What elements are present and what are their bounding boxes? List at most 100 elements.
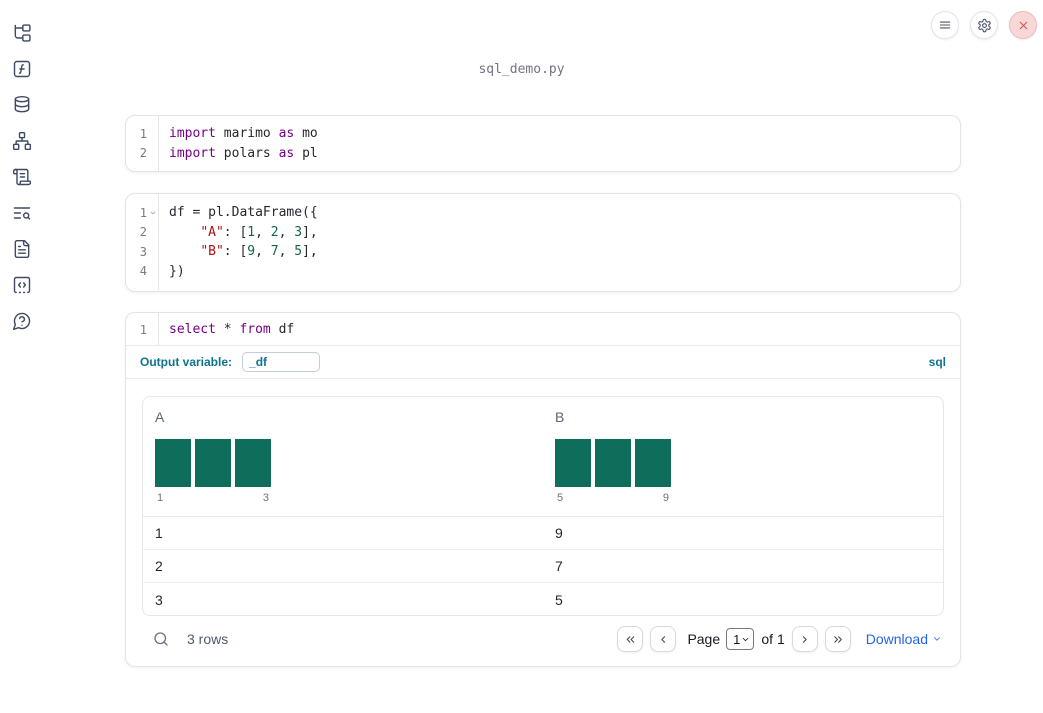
line-number: 3 <box>139 244 147 259</box>
code-line[interactable]: 3 "B": [9, 7, 5], <box>126 242 960 262</box>
code-token: select <box>169 322 216 338</box>
code-line[interactable]: 2 import polars as pl <box>126 144 960 164</box>
chevron-down-icon <box>932 634 942 644</box>
code-token: df <box>270 322 295 338</box>
search-button[interactable] <box>152 629 172 649</box>
code-token: 9 <box>247 244 256 260</box>
line-number: 1 <box>139 126 147 141</box>
chevrons-right-icon <box>831 633 844 646</box>
histogram-bar <box>195 439 231 487</box>
left-panel-sidebar <box>0 0 44 713</box>
download-label: Download <box>865 631 928 647</box>
code-token: marimo <box>215 126 279 142</box>
code-line[interactable]: 1 df = pl.DataFrame({ <box>126 203 960 223</box>
table-cell: 9 <box>555 525 563 541</box>
line-number: 2 <box>139 146 147 161</box>
table-footer: 3 rows Page 1 of 1 Download <box>142 616 944 662</box>
sql-code-editor[interactable]: 1 select * from df <box>126 313 960 346</box>
database-icon[interactable] <box>12 95 32 115</box>
code-token: 3 <box>294 224 303 240</box>
code-token: : [ <box>223 224 248 240</box>
code-token: 7 <box>270 244 279 260</box>
table-row[interactable]: 19 <box>143 517 943 550</box>
column-header-b[interactable]: B 5 9 <box>543 397 943 516</box>
table-row[interactable]: 35 <box>143 583 943 615</box>
page-label: Page <box>687 631 721 647</box>
code-token: 2 <box>270 224 279 240</box>
chevron-left-icon <box>657 633 670 646</box>
page-select-value: 1 <box>733 631 741 647</box>
code-cell-dataframe[interactable]: 1 df = pl.DataFrame({2 "A": [1, 2, 3], 3 "… <box>125 193 961 292</box>
code-token: as <box>278 145 295 161</box>
code-token: ], <box>302 244 318 260</box>
code-cell-imports[interactable]: 1 import marimo as mo 2 import polars as pl <box>125 115 961 172</box>
code-token: "A" <box>200 224 224 240</box>
code-token: 5 <box>294 244 303 260</box>
text-search-icon[interactable] <box>12 203 32 223</box>
search-icon <box>152 630 172 648</box>
download-button[interactable]: Download <box>866 631 942 647</box>
network-icon[interactable] <box>12 131 32 151</box>
table-row[interactable]: 27 <box>143 550 943 583</box>
code-token: "B" <box>200 244 224 260</box>
line-number: 1 <box>139 205 147 220</box>
close-icon <box>1017 19 1030 32</box>
tick-max: 3 <box>262 492 269 504</box>
code-text: }) <box>159 264 185 279</box>
code-token: import <box>169 145 216 161</box>
page-select[interactable]: 1 <box>726 628 755 650</box>
last-page-button[interactable] <box>824 626 851 652</box>
shutdown-button[interactable] <box>1009 11 1037 39</box>
table-body: 192735 <box>143 517 943 615</box>
fold-chevron-icon[interactable] <box>147 209 159 217</box>
notebook-filename[interactable]: sql_demo.py <box>0 62 1043 77</box>
code-editor[interactable]: 1 df = pl.DataFrame({2 "A": [1, 2, 3], 3 "… <box>126 194 960 290</box>
settings-button[interactable] <box>970 11 998 39</box>
scroll-text-icon[interactable] <box>12 167 32 187</box>
code-line[interactable]: 2 "A": [1, 2, 3], <box>126 223 960 243</box>
sql-cell[interactable]: 1 select * from df Output variable: sql A… <box>125 312 961 667</box>
code-square-icon[interactable] <box>12 275 32 295</box>
cell-output: A 1 3 B 5 9 192735 3 rows Page 1 of 1 Do… <box>126 381 960 666</box>
language-badge: sql <box>928 355 946 369</box>
code-editor[interactable]: 1 import marimo as mo 2 import polars as pl <box>126 116 960 171</box>
first-page-button[interactable] <box>617 626 644 652</box>
table-cell: 5 <box>555 591 563 608</box>
help-circle-icon[interactable] <box>12 311 32 331</box>
output-variable-input[interactable] <box>242 352 321 372</box>
dataframe-table: A 1 3 B 5 9 192735 <box>142 396 944 616</box>
code-text: import marimo as mo <box>159 126 318 141</box>
histogram-bar <box>595 439 631 487</box>
code-line[interactable]: 1 select * from df <box>126 320 960 340</box>
table-header-row: A 1 3 B 5 9 <box>143 397 943 517</box>
tick-max: 9 <box>662 492 669 504</box>
code-token: , <box>278 244 295 260</box>
code-text: df = pl.DataFrame({ <box>159 205 318 220</box>
sql-cell-footer: Output variable: sql <box>126 346 960 379</box>
code-text: "A": [1, 2, 3], <box>159 224 318 240</box>
code-line[interactable]: 1 import marimo as mo <box>126 124 960 144</box>
column-header-a[interactable]: A 1 3 <box>143 397 543 516</box>
code-token: ], <box>302 224 318 240</box>
column-label: A <box>155 409 165 425</box>
notebook-actions-toolbar <box>931 11 1037 39</box>
code-text: select * from df <box>159 322 294 337</box>
next-page-button[interactable] <box>791 626 818 652</box>
code-text: import polars as pl <box>159 146 318 161</box>
file-text-icon[interactable] <box>12 239 32 259</box>
code-text: "B": [9, 7, 5], <box>159 244 318 260</box>
code-token: polars <box>215 145 279 161</box>
line-number: 4 <box>139 264 147 279</box>
menu-button[interactable] <box>931 11 959 39</box>
line-number: 1 <box>139 322 147 337</box>
column-label: B <box>555 409 565 425</box>
table-cell: 1 <box>155 525 163 541</box>
table-cell: 3 <box>155 591 163 608</box>
tick-min: 1 <box>157 492 164 504</box>
tick-min: 5 <box>557 492 564 504</box>
code-line[interactable]: 4}) <box>126 262 960 282</box>
tree-icon[interactable] <box>12 23 32 43</box>
previous-page-button[interactable] <box>650 626 677 652</box>
chevrons-left-icon <box>624 633 637 646</box>
